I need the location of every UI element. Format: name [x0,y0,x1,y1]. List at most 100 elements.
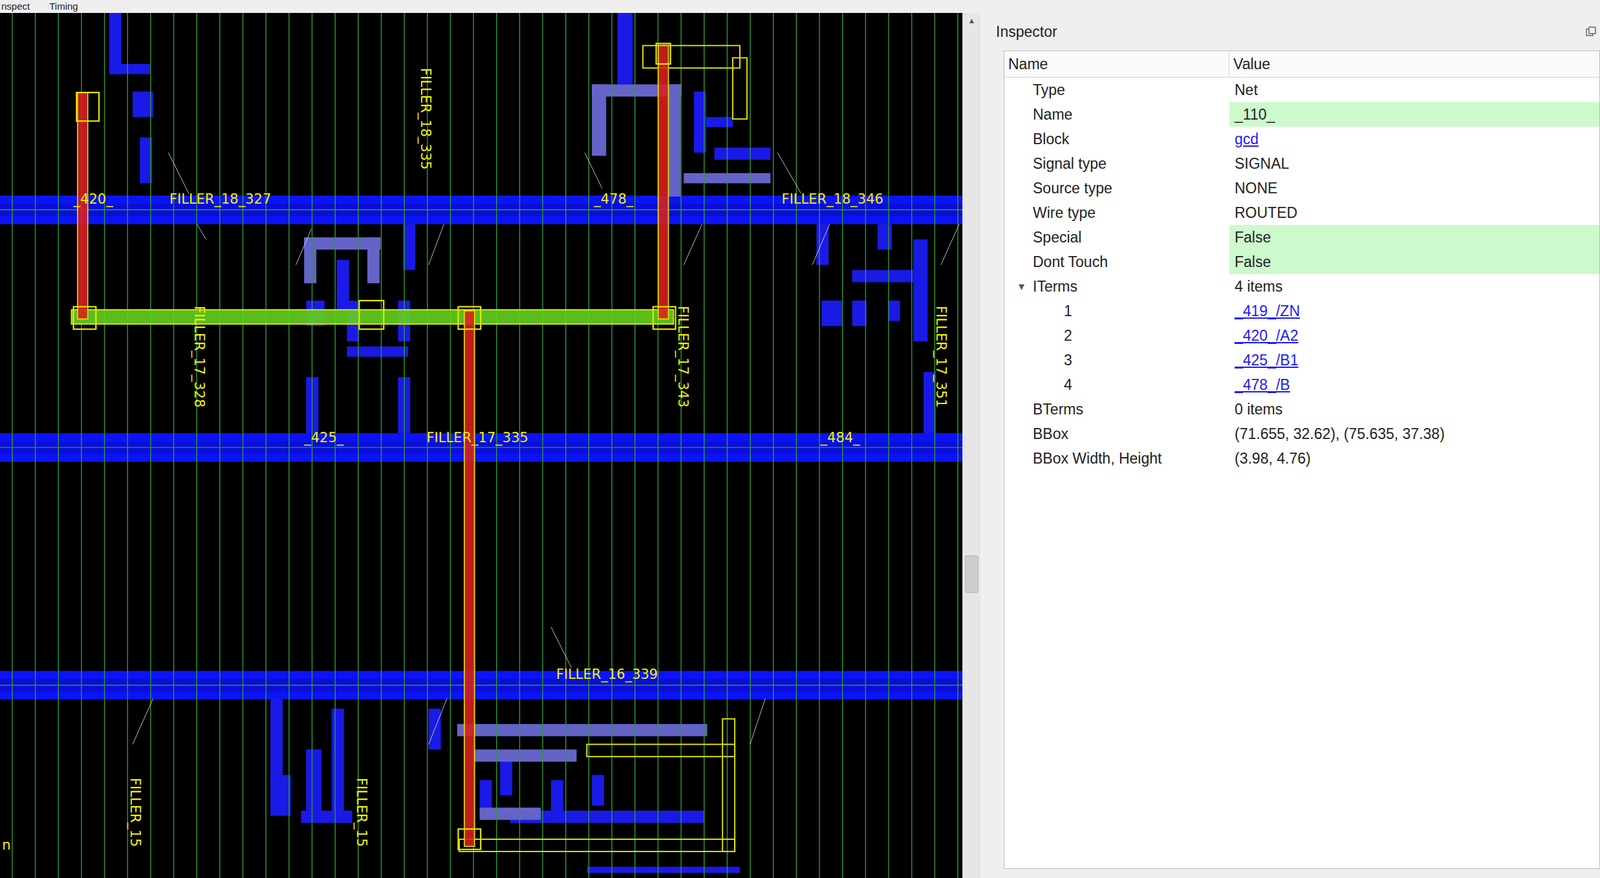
label-leader [132,698,154,745]
pin-outline [586,744,735,757]
track-line [403,12,405,878]
property-name: Dont Touch [1032,253,1108,271]
cell-shape [300,810,352,824]
track-line [726,12,728,878]
property-value[interactable]: gcd [1229,126,1600,152]
property-row[interactable]: 4 _478_/B [1004,372,1600,398]
inspector-panel: InspectorNameValueTypeNetName_110_Blockg… [985,12,1600,878]
property-row[interactable]: TypeNet [1004,77,1600,103]
menu-item[interactable]: Timing [49,0,78,13]
track-line [818,12,820,878]
property-value[interactable]: _425_/B1 [1229,347,1600,373]
cell-shape [270,698,283,780]
property-name: Source type [1032,179,1113,198]
net-wire-horizontal[interactable] [71,309,674,325]
pin-outline [722,719,735,852]
net-wire-vertical[interactable] [658,45,669,319]
cell-shape [702,117,733,128]
panel-title: Inspector [995,23,1058,41]
scroll-up-button[interactable]: ▲ [962,12,981,29]
property-name: 2 [1063,327,1073,345]
property-value[interactable]: _419_/ZN [1229,298,1600,324]
cell-shape [331,708,345,822]
cell-shape [877,224,892,250]
property-name: Special [1032,228,1082,247]
property-row[interactable]: Name _110_ [1004,102,1600,127]
track-line [0,209,963,211]
via [76,92,99,121]
property-row[interactable]: 1_419_/ZN [1004,298,1600,324]
column-header[interactable]: Value [1229,51,1600,77]
power-rail-core [0,679,963,692]
property-row[interactable]: 3_425_/B1 [1004,347,1600,373]
track-line [541,12,543,878]
cell-shape [668,84,682,197]
track-line [58,12,59,878]
via [457,829,481,850]
cell-shape [303,237,317,284]
label-leader [551,627,572,669]
property-row[interactable]: Wire typeROUTED [1004,200,1600,226]
expand-toggle[interactable]: ▾ [1013,279,1029,294]
property-value: (71.655, 32.62), (75.635, 37.38) [1229,421,1600,447]
property-row[interactable]: BBox (71.655, 32.62), (75.635, 37.38) [1004,421,1600,447]
instance-label: _484_ [820,430,861,446]
property-row[interactable]: Blockgcd [1004,126,1600,152]
instance-label: _425_ [303,430,344,446]
property-value: 4 items [1229,274,1600,299]
cell-shape [270,775,292,817]
track-line [703,12,705,878]
track-line [242,12,244,878]
property-value: _110_ [1229,102,1600,127]
property-row[interactable]: Special False [1004,225,1600,250]
property-name: Wire type [1032,204,1096,222]
openroad-window: nspect Timing_420_FILLER_18_327FILLER_18_… [0,0,1600,878]
cell-shape [586,867,740,874]
instance-label: FILLER_18_346 [781,191,884,207]
net-wire-vertical[interactable] [464,311,475,847]
cell-shape [402,224,416,271]
property-row[interactable]: BBox Width, Height(3.98, 4.76) [1004,446,1600,471]
property-value[interactable]: _420_/A2 [1229,323,1600,348]
cell-shape [474,749,577,762]
label-leader [750,698,766,745]
property-name: 4 [1063,376,1073,394]
track-line [796,12,797,878]
track-line [288,12,290,878]
scroll-thumb[interactable] [964,555,979,594]
property-name: Name [1032,106,1073,124]
cell-shape [132,91,154,117]
property-row[interactable]: ▾ITerms4 items [1004,274,1600,299]
instance-label: FILLER_15 [127,778,143,848]
menu-item[interactable]: nspect [1,0,30,13]
track-line [588,12,590,878]
layout-canvas[interactable]: _420_FILLER_18_327FILLER_18_335_478_FILL… [0,12,963,878]
property-name: BBox [1032,425,1069,444]
table-header: NameValue [1004,51,1600,78]
cell-shape [591,84,606,156]
property-value: False [1229,225,1600,250]
cell-shape [887,300,901,322]
property-row[interactable]: Signal typeSIGNAL [1004,151,1600,176]
property-row[interactable]: BTerms0 items [1004,397,1600,422]
property-value: False [1229,249,1600,275]
instance-label: n [1,837,11,854]
property-name: BTerms [1032,400,1084,419]
track-line [380,12,382,878]
float-window-icon[interactable] [1585,26,1597,37]
track-line [265,12,267,878]
track-line [887,12,889,878]
property-name: Signal type [1032,155,1107,173]
track-line [772,12,774,878]
property-row[interactable]: 2 _420_/A2 [1004,323,1600,348]
property-value[interactable]: _478_/B [1229,372,1600,398]
property-table: NameValueTypeNetName_110_BlockgcdSignal … [1003,50,1600,870]
column-header[interactable]: Name [1004,51,1230,77]
property-row[interactable]: Dont Touch False [1004,249,1600,275]
property-value: (3.98, 4.76) [1229,446,1600,471]
property-row[interactable]: Source typeNONE [1004,175,1600,201]
vertical-scrollbar[interactable]: ▲ [962,12,981,878]
instance-label: FILLER_16_339 [556,666,658,683]
label-leader [584,152,603,189]
track-line [34,12,36,878]
